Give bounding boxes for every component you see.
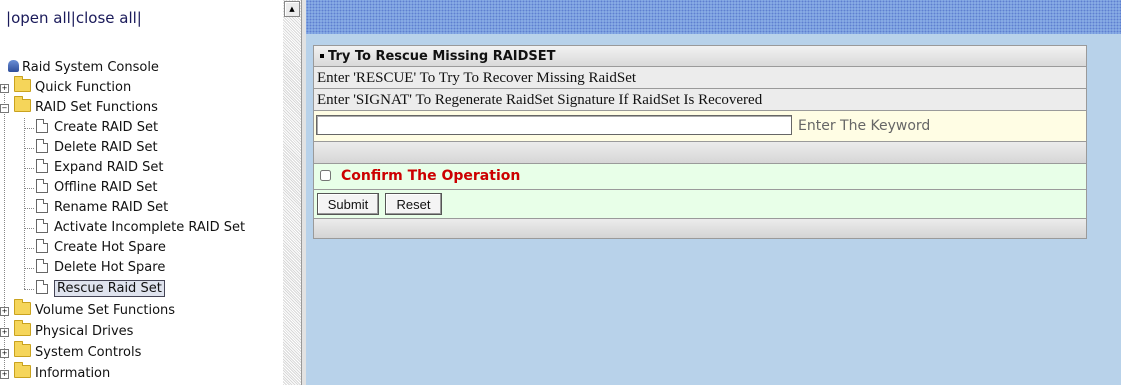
collapse-icon[interactable]: −: [0, 104, 9, 113]
bullet-icon: [320, 54, 324, 58]
document-icon: [36, 259, 48, 273]
tree-item-label: Rename RAID Set: [54, 200, 169, 215]
navigation-frame: |open all|close all| Raid System Console…: [0, 0, 283, 385]
tree-connector: [24, 168, 34, 169]
keyword-row: Enter The Keyword: [313, 111, 1087, 142]
folder-icon: [14, 320, 31, 336]
document-icon: [36, 139, 48, 153]
document-icon: [36, 219, 48, 233]
expand-icon[interactable]: +: [0, 328, 9, 337]
tree-connector: [24, 118, 25, 289]
tree-item-label-selected: Rescue Raid Set: [54, 280, 165, 297]
tree-connector: [24, 248, 34, 249]
tree-item-label: Quick Function: [35, 80, 132, 95]
folder-icon: [14, 76, 31, 92]
tree-item-label: Physical Drives: [35, 324, 134, 339]
document-icon: [36, 280, 48, 294]
tree-item-rename-raid-set[interactable]: Rename RAID Set: [24, 198, 169, 218]
tree-item-delete-raid-set[interactable]: Delete RAID Set: [24, 138, 158, 158]
confirm-label: Confirm The Operation: [341, 168, 521, 184]
tree-connector: [24, 289, 34, 290]
document-icon: [36, 119, 48, 133]
tree-item-label: Create RAID Set: [54, 120, 159, 135]
tree-item-label: Delete RAID Set: [54, 140, 158, 155]
tree-root-label: Raid System Console: [22, 60, 159, 75]
tree-connector: [24, 148, 34, 149]
folder-icon: [14, 341, 31, 357]
open-close-links: |open all|close all|: [6, 9, 142, 27]
tree-connector: [24, 228, 34, 229]
panel-title: Try To Rescue Missing RAIDSET: [328, 49, 556, 64]
top-banner: [306, 0, 1121, 34]
reset-button[interactable]: Reset: [385, 193, 442, 215]
tree-item-delete-hot-spare[interactable]: Delete Hot Spare: [24, 258, 166, 278]
submit-button[interactable]: Submit: [317, 193, 379, 215]
separator: |: [136, 9, 142, 27]
footer-row: [313, 219, 1087, 239]
document-icon: [36, 239, 48, 253]
button-row: Submit Reset: [313, 190, 1087, 219]
tree-item-rescue-raid-set[interactable]: Rescue Raid Set: [24, 279, 165, 299]
confirm-row: Confirm The Operation: [313, 164, 1087, 190]
panel-header: Try To Rescue Missing RAIDSET: [313, 45, 1087, 67]
tree-connector: [24, 268, 34, 269]
tree-item-information[interactable]: + Information: [0, 362, 111, 384]
open-all-link[interactable]: open all: [11, 9, 71, 27]
document-icon: [36, 179, 48, 193]
tree-item-volume-set-functions[interactable]: + Volume Set Functions: [0, 299, 176, 321]
tree-item-label: System Controls: [35, 345, 142, 360]
tree-item-label: RAID Set Functions: [35, 100, 158, 115]
tree-item-label: Activate Incomplete RAID Set: [54, 220, 246, 235]
folder-icon: [14, 362, 31, 378]
tree-item-label: Volume Set Functions: [35, 303, 176, 318]
tree-item-physical-drives[interactable]: + Physical Drives: [0, 320, 134, 342]
tree-connector: [24, 188, 34, 189]
keyword-input[interactable]: [316, 115, 792, 135]
tree-connector: [24, 128, 34, 129]
tree-item-create-hot-spare[interactable]: Create Hot Spare: [24, 238, 166, 258]
tree-connector: [24, 208, 34, 209]
keyword-hint: Enter The Keyword: [798, 118, 931, 134]
instruction-rescue: Enter 'RESCUE' To Try To Recover Missing…: [313, 67, 1087, 89]
console-icon: [8, 60, 19, 72]
tree-item-quick-function[interactable]: + Quick Function: [0, 76, 132, 98]
tree-item-label: Delete Hot Spare: [54, 260, 166, 275]
tree-item-label: Create Hot Spare: [54, 240, 166, 255]
tree-item-activate-incomplete-raid-set[interactable]: Activate Incomplete RAID Set: [24, 218, 246, 238]
tree-item-label: Information: [35, 366, 111, 381]
instruction-signat: Enter 'SIGNAT' To Regenerate RaidSet Sig…: [313, 89, 1087, 111]
tree-item-expand-raid-set[interactable]: Expand RAID Set: [24, 158, 164, 178]
tree-item-create-raid-set[interactable]: Create RAID Set: [24, 118, 159, 138]
tree-item-system-controls[interactable]: + System Controls: [0, 341, 142, 363]
tree-item-raid-set-functions[interactable]: − RAID Set Functions: [0, 96, 158, 118]
tree-item-label: Offline RAID Set: [54, 180, 158, 195]
close-all-link[interactable]: close all: [76, 9, 137, 27]
spacer-row: [313, 142, 1087, 164]
document-icon: [36, 199, 48, 213]
rescue-raidset-panel: Try To Rescue Missing RAIDSET Enter 'RES…: [313, 45, 1087, 239]
scroll-up-arrow-icon[interactable]: ▲: [284, 1, 300, 17]
folder-icon: [14, 299, 31, 315]
expand-icon[interactable]: +: [0, 307, 9, 316]
content-frame: Try To Rescue Missing RAIDSET Enter 'RES…: [306, 0, 1121, 385]
expand-icon[interactable]: +: [0, 84, 9, 93]
folder-open-icon: [14, 96, 31, 112]
expand-icon[interactable]: +: [0, 349, 9, 358]
tree-root-raid-system-console[interactable]: Raid System Console: [8, 58, 159, 78]
tree-item-offline-raid-set[interactable]: Offline RAID Set: [24, 178, 158, 198]
confirm-checkbox[interactable]: [320, 170, 331, 181]
document-icon: [36, 159, 48, 173]
expand-icon[interactable]: +: [0, 370, 9, 379]
vertical-scrollbar[interactable]: ▲: [283, 0, 301, 385]
tree-item-label: Expand RAID Set: [54, 160, 164, 175]
